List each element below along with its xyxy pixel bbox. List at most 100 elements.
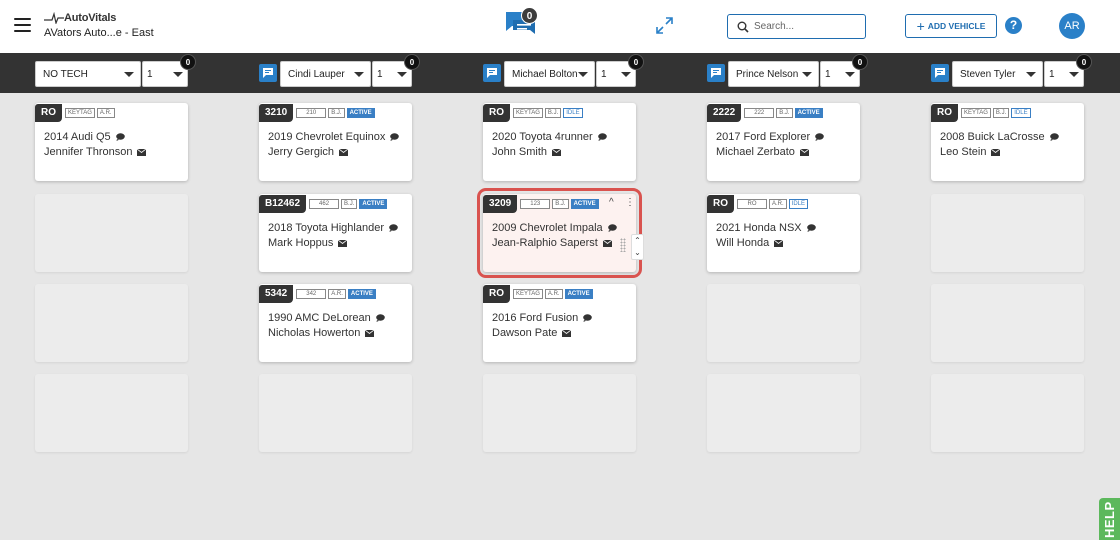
more-options-icon[interactable]: ⋮: [625, 197, 635, 208]
ro-number: B12462: [259, 195, 307, 213]
logo[interactable]: AutoVitals AVators Auto...e - East: [44, 11, 154, 39]
ro-number: 5342: [259, 285, 294, 303]
envelope-icon[interactable]: [799, 148, 809, 156]
vehicle-name: 2019 Chevrolet Equinox: [268, 131, 386, 143]
help-tab[interactable]: HELP: [1099, 498, 1120, 540]
vehicle-card[interactable]: RO KEYTAG A.R. ACTIVE 2016 Ford Fusion D…: [483, 284, 636, 362]
comment-icon[interactable]: [597, 133, 607, 141]
tech-select[interactable]: Steven Tyler: [952, 61, 1043, 87]
vehicle-card[interactable]: 2222 222 B.J. ACTIVE 2017 Ford Explorer …: [707, 103, 860, 181]
vehicle-card-selected[interactable]: 3209 123 B.J. ACTIVE ^ ⋮ 2009 Chevrolet …: [477, 188, 644, 278]
envelope-icon[interactable]: [338, 239, 348, 247]
chat-icon: [263, 68, 273, 78]
vehicle-card[interactable]: RO RO A.R. IDLE 2021 Honda NSX Will Hond…: [707, 194, 860, 272]
vehicle-card[interactable]: 5342 342 A.R. ACTIVE 1990 AMC DeLorean N…: [259, 284, 412, 362]
keytag-pill: 342: [296, 289, 327, 299]
drag-handle-icon[interactable]: [620, 238, 626, 252]
caret-down-icon: [1026, 72, 1036, 77]
vehicle-name: 2017 Ford Explorer: [716, 131, 811, 143]
envelope-icon[interactable]: [552, 148, 562, 156]
empty-bay-slot[interactable]: [931, 374, 1084, 452]
customer-name: Nicholas Howerton: [268, 327, 361, 339]
vehicle-name: 2016 Ford Fusion: [492, 312, 579, 324]
user-avatar[interactable]: AR: [1059, 13, 1085, 39]
comment-icon[interactable]: [375, 314, 385, 322]
bay-count: 1: [601, 69, 607, 80]
comment-icon[interactable]: [115, 133, 125, 141]
envelope-icon[interactable]: [991, 148, 1001, 156]
envelope-icon[interactable]: [339, 148, 349, 156]
empty-bay-slot[interactable]: [259, 374, 412, 452]
tech-select[interactable]: Prince Nelson: [728, 61, 819, 87]
caret-down-icon: [173, 72, 183, 77]
tech-name: NO TECH: [43, 69, 88, 80]
vehicle-card[interactable]: 3210 210 B.J. ACTIVE 2019 Chevrolet Equi…: [259, 103, 412, 181]
keytag-pill: 123: [520, 199, 551, 209]
customer-line: Nicholas Howerton: [268, 327, 375, 339]
tech-column-header: Cindi Lauper 1 0: [259, 54, 420, 87]
collapse-chevron-icon[interactable]: ^: [609, 197, 614, 208]
vehicle-card[interactable]: B12462 462 B.J. ACTIVE 2018 Toyota Highl…: [259, 194, 412, 272]
advisor-pill: A.R.: [328, 289, 346, 299]
advisor-pill: A.R.: [544, 289, 563, 299]
envelope-icon[interactable]: [562, 329, 572, 337]
chat-icon: [935, 68, 945, 78]
envelope-icon[interactable]: [774, 239, 784, 247]
status-badge: IDLE: [1011, 108, 1031, 118]
comment-icon[interactable]: [806, 224, 816, 232]
tech-chat-button[interactable]: [483, 64, 501, 82]
tech-select[interactable]: Cindi Lauper: [280, 61, 371, 87]
reorder-stepper[interactable]: ⌃ ⌄: [631, 234, 644, 260]
empty-bay-slot[interactable]: [707, 284, 860, 362]
tech-select[interactable]: Michael Bolton: [504, 61, 595, 87]
empty-bay-slot[interactable]: [931, 284, 1084, 362]
keytag-pill: RO: [737, 199, 767, 209]
empty-bay-slot[interactable]: [931, 194, 1084, 272]
status-badge: ACTIVE: [794, 108, 823, 118]
customer-line: Will Honda: [716, 237, 784, 249]
vehicle-line: 2021 Honda NSX: [716, 222, 816, 234]
ro-number: RO: [707, 195, 734, 213]
keytag-pill: KEYTAG: [65, 108, 95, 118]
add-vehicle-button[interactable]: + ADD VEHICLE: [905, 14, 997, 38]
vehicle-name: 2008 Buick LaCrosse: [940, 131, 1045, 143]
bay-count: 1: [147, 69, 153, 80]
comment-icon[interactable]: [815, 133, 824, 141]
fullscreen-button[interactable]: [655, 16, 674, 35]
chevron-down-icon[interactable]: ⌄: [632, 247, 643, 259]
vehicle-card[interactable]: RO KEYTAG B.J. IDLE 2020 Toyota 4runner …: [483, 103, 636, 181]
empty-bay-slot[interactable]: [35, 374, 188, 452]
tech-chat-button[interactable]: [707, 64, 725, 82]
comment-icon[interactable]: [583, 314, 593, 322]
keytag-pill: KEYTAG: [513, 108, 543, 118]
search-input[interactable]: [754, 18, 862, 35]
envelope-icon[interactable]: [365, 329, 375, 337]
vehicle-card[interactable]: RO KEYTAG B.J. IDLE 2008 Buick LaCrosse …: [931, 103, 1084, 181]
caret-down-icon: [124, 72, 134, 77]
comment-icon[interactable]: [389, 224, 398, 232]
hamburger-menu-icon[interactable]: [14, 18, 31, 32]
tech-select[interactable]: NO TECH: [35, 61, 141, 87]
comment-icon[interactable]: [1049, 133, 1059, 141]
customer-name: Will Honda: [716, 237, 770, 249]
comment-icon[interactable]: [390, 133, 400, 141]
envelope-icon[interactable]: [137, 148, 147, 156]
empty-bay-slot[interactable]: [707, 374, 860, 452]
vehicle-card[interactable]: RO KEYTAG A.R. 2014 Audi Q5 Jennifer Thr…: [35, 103, 188, 181]
vehicle-line: 2009 Chevrolet Impala: [492, 222, 617, 234]
help-question-icon[interactable]: ?: [1005, 17, 1022, 34]
tech-chat-button[interactable]: [931, 64, 949, 82]
vehicle-line: 2017 Ford Explorer: [716, 131, 824, 143]
advisor-pill: B.J.: [544, 108, 562, 118]
customer-name: John Smith: [492, 146, 548, 158]
empty-bay-slot[interactable]: [35, 284, 188, 362]
envelope-icon[interactable]: [603, 239, 612, 247]
chevron-up-icon[interactable]: ⌃: [632, 235, 643, 247]
shop-name: AVators Auto...e - East: [44, 27, 154, 39]
empty-bay-slot[interactable]: [483, 374, 636, 452]
tech-chat-button[interactable]: [259, 64, 277, 82]
comment-icon[interactable]: [607, 224, 617, 232]
empty-bay-slot[interactable]: [35, 194, 188, 272]
search-field[interactable]: [727, 14, 866, 39]
card-tag-row: RO KEYTAG A.R.: [35, 103, 117, 123]
